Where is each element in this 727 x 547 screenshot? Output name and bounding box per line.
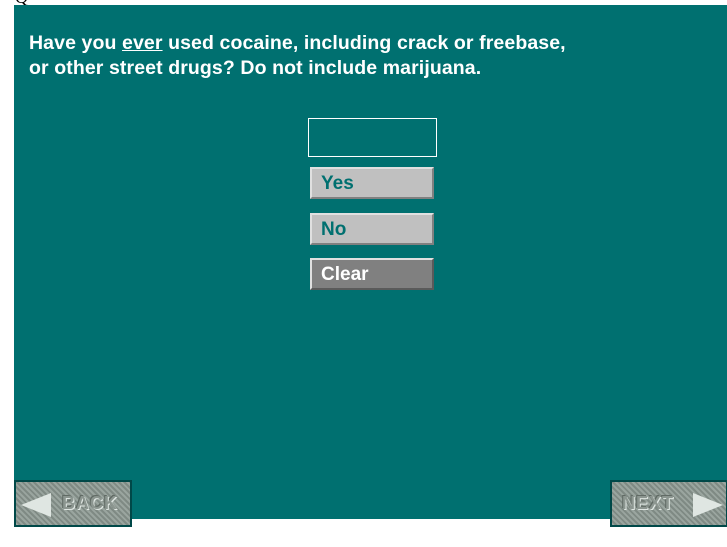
survey-screen: Q Have you ever used cocaine, including … <box>0 0 727 547</box>
question-text-line1-end: used cocaine, including crack or freebas… <box>162 32 566 54</box>
arrow-right-icon <box>693 493 723 517</box>
no-button[interactable]: No <box>310 213 434 245</box>
yes-button[interactable]: Yes <box>310 167 434 199</box>
question-text-start: Have you <box>29 32 123 54</box>
answer-field[interactable] <box>308 118 437 157</box>
next-button[interactable]: NEXT <box>610 480 727 527</box>
question-emphasis: ever <box>122 32 163 54</box>
arrow-left-icon <box>21 493 51 517</box>
back-label: BACK <box>62 493 118 513</box>
clear-button[interactable]: Clear <box>310 258 434 290</box>
next-label: NEXT <box>622 493 675 513</box>
back-button[interactable]: BACK <box>14 480 132 527</box>
question-text-line2: or other street drugs? Do not include ma… <box>29 57 482 79</box>
question-text: Have you ever used cocaine, including cr… <box>29 31 709 81</box>
